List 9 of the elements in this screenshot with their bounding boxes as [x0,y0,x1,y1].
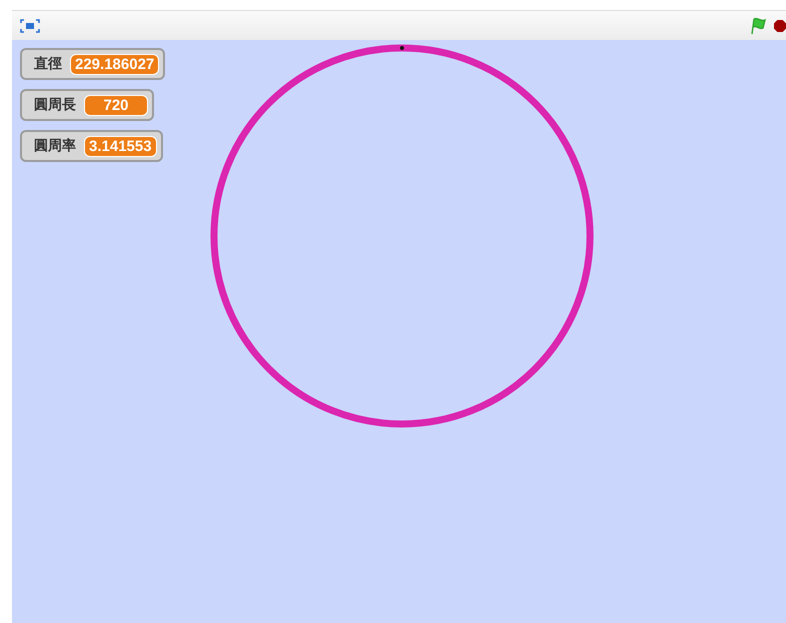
variable-name: 圓周率 [34,137,76,155]
variable-name: 圓周長 [34,96,76,114]
variable-value: 720 [84,94,148,116]
variable-value: 229.186027 [70,54,160,74]
variable-name: 直徑 [34,55,62,73]
variable-value: 3.141553 [84,136,157,156]
flag-icon[interactable] [750,16,766,34]
fullscreen-icon[interactable] [20,18,40,32]
sprite-dot [400,46,404,50]
